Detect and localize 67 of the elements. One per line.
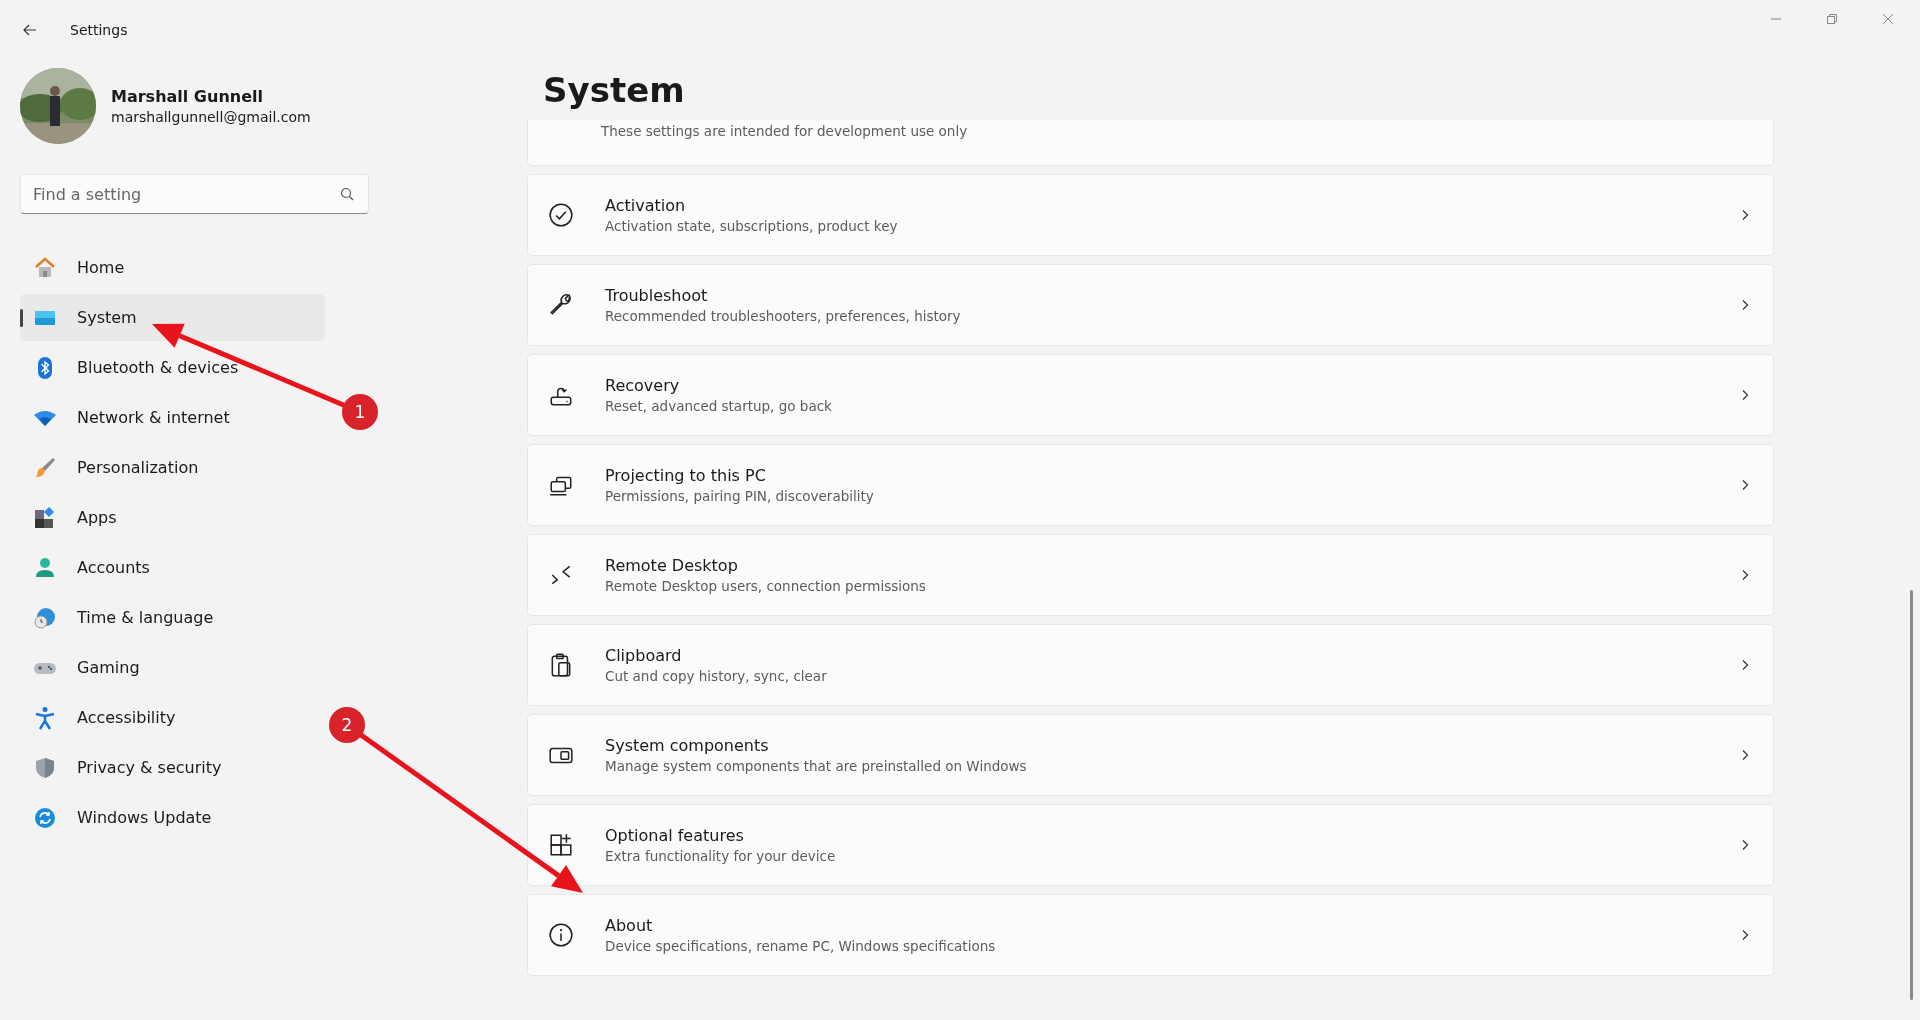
nav-item[interactable]: Accounts — [20, 544, 325, 591]
settings-card[interactable]: Optional features Extra functionality for your device — [527, 804, 1774, 886]
nav-item[interactable]: System — [20, 294, 325, 341]
card-description: Activation state, subscriptions, product key — [605, 218, 899, 234]
page-title: System — [543, 70, 686, 112]
nav-item[interactable]: Personalization — [20, 444, 325, 491]
settings-card[interactable]: Clipboard Cut and copy history, sync, clear — [527, 624, 1774, 706]
apps-icon — [33, 505, 57, 530]
card-title: Optional features — [605, 826, 745, 845]
house-icon — [33, 255, 57, 280]
nav-item[interactable]: Network & internet — [20, 394, 325, 441]
grid-plus-icon — [548, 832, 574, 858]
person-icon — [33, 555, 57, 580]
nav-item[interactable]: Time & language — [20, 594, 325, 641]
card-title: About — [605, 916, 654, 935]
card-description: Remote Desktop users, connection permissions — [605, 578, 927, 594]
step-marker — [329, 707, 365, 743]
step-marker — [342, 394, 378, 430]
card-title: Clipboard — [605, 646, 683, 665]
nav-item[interactable]: Accessibility — [20, 694, 325, 741]
step-number: 1 — [354, 402, 366, 422]
nav-item[interactable]: Windows Update — [20, 794, 325, 841]
close-icon[interactable] — [1882, 13, 1894, 25]
card-title: Activation — [605, 196, 687, 215]
nav-item[interactable]: Privacy & security — [20, 744, 325, 791]
search-field[interactable]: Find a setting — [20, 174, 369, 214]
card-title: Projecting to this PC — [605, 466, 767, 485]
card-description: These settings are intended for development use only — [601, 123, 968, 139]
card-description: Manage system components that are preinstalled on Windows — [605, 758, 1028, 774]
card-title: Recovery — [605, 376, 681, 395]
globe-clock-icon — [33, 605, 57, 630]
settings-card[interactable]: Recovery Reset, advanced startup, go back — [527, 354, 1774, 436]
settings-card[interactable]: These settings are intended for development use only — [527, 120, 1774, 166]
paintbrush-icon — [33, 455, 57, 480]
refresh-icon — [33, 805, 57, 830]
scrollbar-thumb[interactable] — [1910, 590, 1913, 1000]
card-title: System components — [605, 736, 770, 755]
back-arrow-icon[interactable] — [22, 22, 38, 38]
user-email: marshallgunnell@gmail.com — [111, 109, 311, 125]
settings-card[interactable]: Activation Activation state, subscriptions, product key — [527, 174, 1774, 256]
restore-icon[interactable] — [1826, 13, 1838, 25]
shield-icon — [33, 755, 57, 780]
card-description: Extra functionality for your device — [605, 848, 837, 864]
settings-card[interactable]: About Device specifications, rename PC, Windows specifications — [527, 894, 1774, 976]
accessibility-icon — [33, 705, 57, 730]
window-title: Settings — [70, 22, 128, 38]
card-description: Recommended troubleshooters, preferences, history — [605, 308, 962, 324]
nav-item[interactable]: Gaming — [20, 644, 325, 691]
card-description: Permissions, pairing PIN, discoverability — [605, 488, 875, 504]
card-description: Cut and copy history, sync, clear — [605, 668, 828, 684]
card-description: Reset, advanced startup, go back — [605, 398, 833, 414]
user-name: Marshall Gunnell — [111, 87, 264, 106]
search-icon — [340, 187, 354, 201]
settings-card[interactable]: Projecting to this PC Permissions, pairing PIN, discoverability — [527, 444, 1774, 526]
check-circle-icon — [548, 202, 574, 228]
card-title: Remote Desktop — [605, 556, 739, 575]
wrench-icon — [548, 292, 574, 318]
settings-card[interactable]: Troubleshoot Recommended troubleshooters, preferences, history — [527, 264, 1774, 346]
step-number: 2 — [341, 715, 353, 735]
card-description: Device specifications, rename PC, Windows specifications — [605, 938, 997, 954]
card-title: Troubleshoot — [605, 286, 709, 305]
settings-card[interactable]: System components Manage system components that are preinstalled on Windows — [527, 714, 1774, 796]
settings-card[interactable]: Remote Desktop Remote Desktop users, connection permissions — [527, 534, 1774, 616]
nav-item[interactable]: Apps — [20, 494, 325, 541]
info-icon — [548, 922, 574, 948]
nav-item[interactable]: Home — [20, 244, 325, 291]
nav-item[interactable]: Bluetooth & devices — [20, 344, 325, 391]
